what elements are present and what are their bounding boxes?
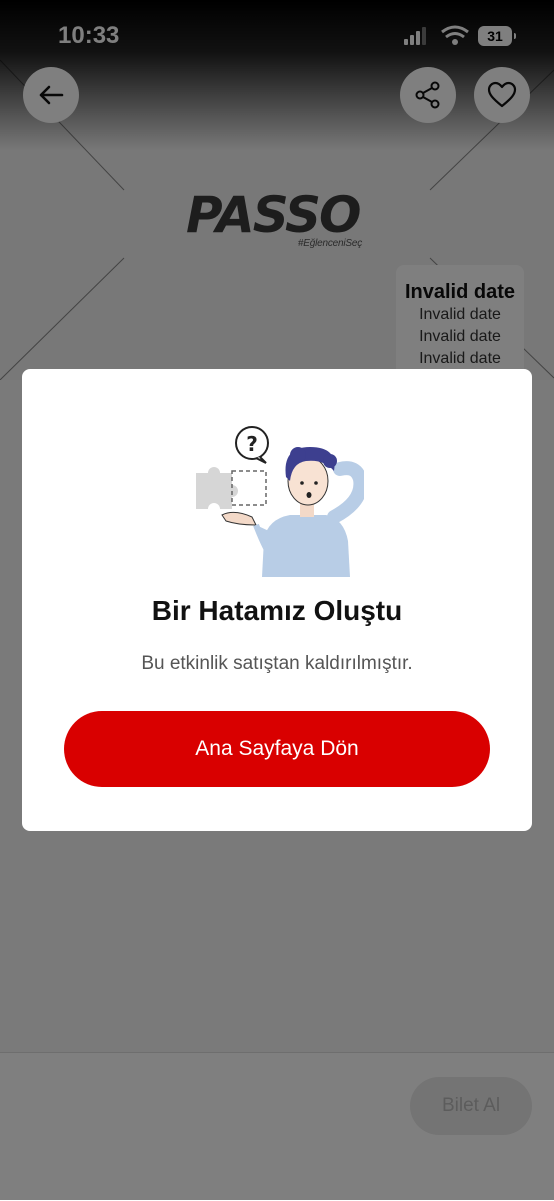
- back-to-home-button[interactable]: Ana Sayfaya Dön: [64, 711, 490, 787]
- dialog-message: Bu etkinlik satıştan kaldırılmıştır.: [141, 653, 413, 674]
- svg-text:?: ?: [246, 432, 258, 456]
- error-dialog: ? Bir Hatamız Oluştu Bu etkinlik satışta…: [22, 369, 532, 831]
- dialog-title: Bir Hatamız Oluştu: [151, 595, 403, 626]
- confused-person-illustration: ?: [196, 426, 364, 577]
